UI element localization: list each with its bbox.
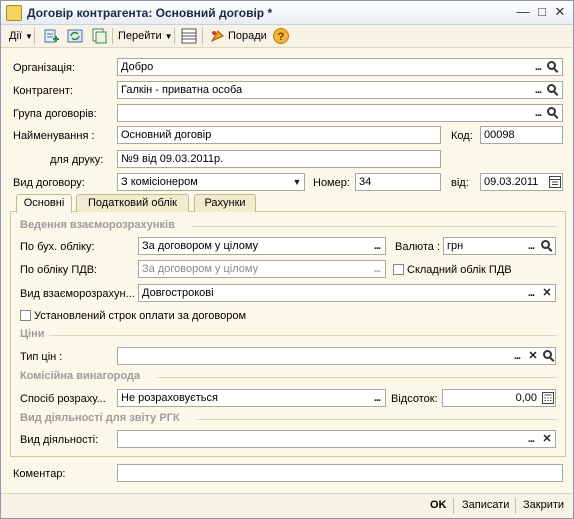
hints-button[interactable]: Поради bbox=[228, 27, 267, 45]
actions-label: Дії bbox=[9, 30, 22, 42]
due-date-label: Установлений строк оплати за договором bbox=[34, 310, 247, 322]
prices-section-title: Ціни bbox=[20, 328, 45, 340]
acc-label: По бух. обліку: bbox=[20, 241, 95, 253]
print-label: для друку: bbox=[50, 154, 104, 166]
print-field[interactable]: №9 від 09.03.2011р. bbox=[117, 150, 441, 168]
select-button-icon[interactable]: ... bbox=[523, 431, 539, 447]
calendar-icon[interactable] bbox=[549, 175, 561, 188]
name-label: Найменування : bbox=[13, 130, 95, 142]
goto-label: Перейти bbox=[118, 30, 162, 42]
tab-tax[interactable]: Податковий облік bbox=[76, 194, 189, 212]
dropdown-arrow-icon: ▼ bbox=[25, 32, 33, 41]
toolbar: Дії ▼ Перейти ▼ Поради ? bbox=[1, 25, 573, 48]
select-button-icon[interactable]: ... bbox=[369, 238, 385, 254]
clear-icon[interactable]: ✕ bbox=[539, 431, 555, 447]
due-date-checkbox[interactable] bbox=[20, 310, 31, 321]
select-button-icon[interactable]: ... bbox=[523, 238, 539, 254]
group-label: Група договорів: bbox=[13, 108, 97, 120]
activity-kind-field[interactable] bbox=[117, 430, 556, 448]
calculator-icon[interactable] bbox=[542, 392, 554, 404]
refresh-icon[interactable] bbox=[67, 28, 83, 44]
clear-icon[interactable]: ✕ bbox=[525, 348, 541, 364]
actions-menu[interactable]: Дії ▼ bbox=[9, 27, 33, 45]
commission-section-title: Комісійна винагорода bbox=[20, 370, 141, 382]
search-icon[interactable] bbox=[544, 82, 560, 98]
list-view-icon[interactable] bbox=[181, 28, 197, 44]
percent-label: Відсоток: bbox=[391, 393, 438, 405]
contractor-label: Контрагент: bbox=[13, 85, 73, 97]
code-field[interactable]: 00098 bbox=[480, 126, 563, 144]
complex-vat-checkbox[interactable] bbox=[393, 264, 404, 275]
hints-icon[interactable] bbox=[209, 28, 225, 44]
tab-main[interactable]: Основні bbox=[16, 194, 72, 213]
number-field[interactable]: 34 bbox=[355, 173, 441, 191]
copy-icon[interactable] bbox=[91, 28, 107, 44]
price-type-label: Тип цін : bbox=[20, 351, 63, 363]
vat-label: По обліку ПДВ: bbox=[20, 264, 98, 276]
search-icon[interactable] bbox=[544, 59, 560, 75]
price-type-field[interactable] bbox=[117, 347, 556, 365]
search-icon[interactable] bbox=[544, 105, 560, 121]
footer-bar: OK Записати Закрити bbox=[1, 493, 573, 518]
select-button-icon: ... bbox=[373, 263, 381, 275]
ok-button[interactable]: OK bbox=[430, 499, 447, 511]
title-bar: Договір контрагента: Основний договір * … bbox=[1, 1, 573, 25]
contract-window: Договір контрагента: Основний договір * … bbox=[0, 0, 574, 519]
section-divider bbox=[197, 419, 557, 420]
dropdown-arrow-icon[interactable]: ▼ bbox=[289, 174, 305, 190]
select-button-icon[interactable]: ... bbox=[509, 348, 525, 364]
close-button[interactable]: Закрити bbox=[523, 499, 564, 511]
goto-menu[interactable]: Перейти ▼ bbox=[118, 27, 173, 45]
window-title: Договір контрагента: Основний договір * bbox=[27, 6, 273, 20]
comment-label: Коментар: bbox=[13, 468, 66, 480]
calc-method-label: Спосіб розраху... bbox=[20, 393, 106, 405]
toolbar-separator bbox=[174, 28, 175, 44]
contract-type-select[interactable]: З комісіонером bbox=[117, 173, 305, 191]
clear-icon[interactable]: ✕ bbox=[539, 285, 555, 301]
select-button-icon[interactable]: ... bbox=[523, 285, 539, 301]
section-divider bbox=[157, 377, 557, 378]
tab-accounts[interactable]: Рахунки bbox=[194, 194, 256, 212]
percent-field[interactable]: 0,00 bbox=[442, 389, 556, 407]
maximize-icon[interactable]: □ bbox=[534, 4, 550, 20]
document-icon bbox=[6, 5, 22, 21]
save-button[interactable]: Записати bbox=[462, 499, 509, 511]
code-label: Код: bbox=[451, 130, 473, 142]
settlement-kind-field[interactable]: Довгострокові bbox=[138, 284, 556, 302]
org-field[interactable]: Добро bbox=[117, 58, 563, 76]
section-divider bbox=[191, 226, 557, 227]
settlements-section-title: Ведення взаєморозрахунків bbox=[20, 219, 175, 231]
complex-vat-label: Складний облік ПДВ bbox=[407, 264, 512, 276]
search-icon[interactable] bbox=[538, 238, 554, 254]
section-divider bbox=[49, 335, 557, 336]
acc-method-field[interactable]: За договором у цілому bbox=[138, 237, 386, 255]
add-icon[interactable] bbox=[43, 28, 59, 44]
minimize-icon[interactable]: — bbox=[515, 4, 531, 20]
name-field[interactable]: Основний договір bbox=[117, 126, 441, 144]
group-field[interactable] bbox=[117, 104, 563, 122]
select-button-icon[interactable]: ... bbox=[369, 390, 385, 406]
search-icon[interactable] bbox=[540, 348, 556, 364]
footer-separator bbox=[515, 498, 516, 514]
vat-method-field: За договором у цілому bbox=[138, 260, 386, 278]
date-label: від: bbox=[451, 177, 469, 189]
number-label: Номер: bbox=[313, 177, 350, 189]
currency-label: Валюта : bbox=[395, 241, 441, 253]
toolbar-separator bbox=[202, 28, 203, 44]
type-label: Вид договору: bbox=[13, 177, 85, 189]
toolbar-separator bbox=[34, 28, 35, 44]
help-icon[interactable]: ? bbox=[273, 28, 289, 44]
activity-section-title: Вид діяльності для звіту РГК bbox=[20, 412, 180, 424]
close-icon[interactable]: ✕ bbox=[552, 4, 568, 20]
org-label: Організація: bbox=[13, 62, 75, 74]
activity-kind-label: Вид діяльності: bbox=[20, 434, 99, 446]
contractor-field[interactable]: Галкін - приватна особа bbox=[117, 81, 563, 99]
settlement-kind-label: Вид взаєморозрахун... bbox=[20, 288, 135, 300]
footer-separator bbox=[453, 498, 454, 514]
comment-field[interactable] bbox=[117, 464, 563, 482]
dropdown-arrow-icon: ▼ bbox=[164, 32, 173, 41]
calc-method-field[interactable]: Не розраховується bbox=[117, 389, 386, 407]
toolbar-separator bbox=[112, 28, 113, 44]
